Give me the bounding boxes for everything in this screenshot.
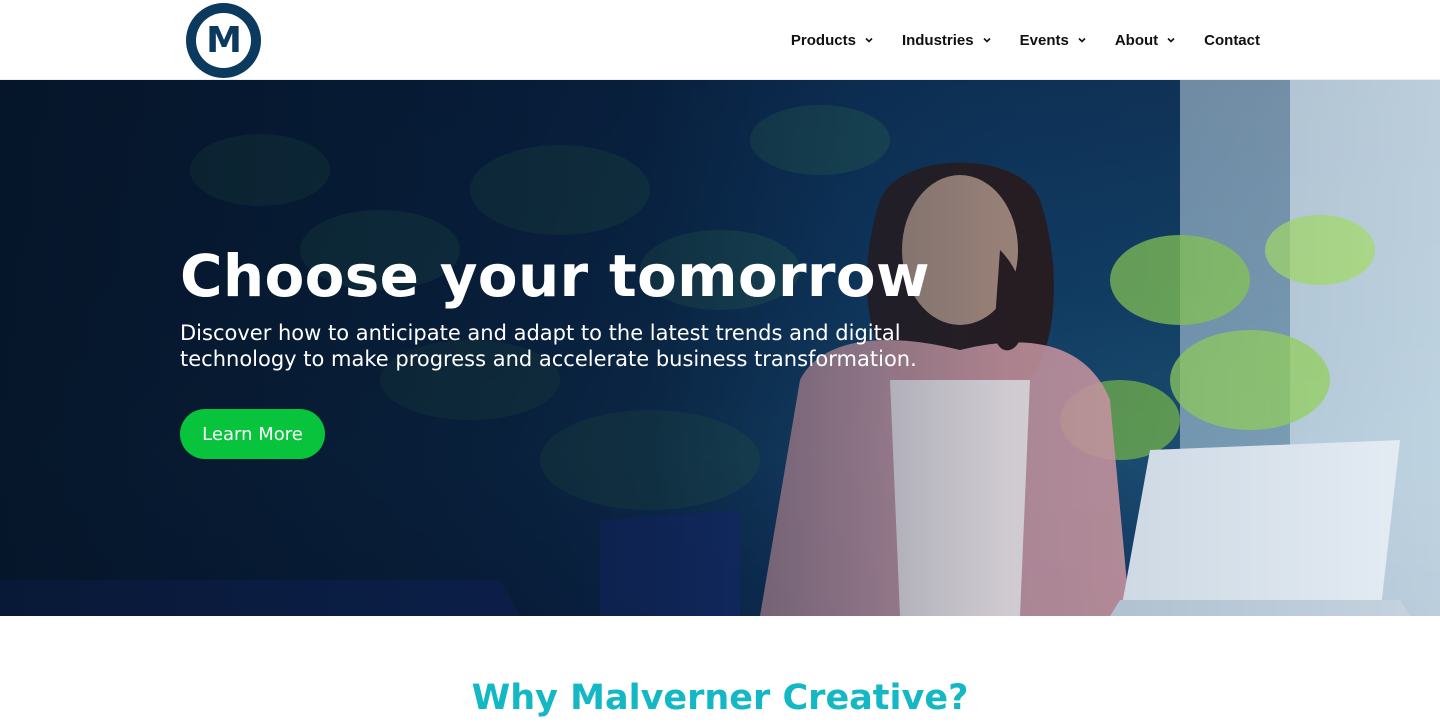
chevron-down-icon xyxy=(865,37,873,43)
main-nav: Products Industries Events About Contact xyxy=(791,0,1260,80)
hero-content: Choose your tomorrow Discover how to ant… xyxy=(180,240,940,459)
nav-item-label: About xyxy=(1114,31,1159,49)
hero-subtitle: Discover how to anticipate and adapt to … xyxy=(180,321,917,371)
logo-letter: M xyxy=(206,19,242,61)
nav-item-industries[interactable]: Industries xyxy=(902,32,992,49)
nav-item-label: Industries xyxy=(901,31,974,49)
site-header: M Products Industries Events About Conta… xyxy=(0,0,1440,80)
chevron-down-icon xyxy=(1167,37,1175,43)
learn-more-button[interactable]: Learn More xyxy=(180,409,325,459)
logo-inner-circle: M xyxy=(196,13,251,68)
chevron-down-icon xyxy=(983,37,991,43)
nav-item-label: Contact xyxy=(1204,31,1260,49)
nav-item-about[interactable]: About xyxy=(1115,32,1176,49)
section-title: Why Malverner Creative? xyxy=(471,678,969,718)
hero-title: Choose your tomorrow xyxy=(180,242,930,310)
chevron-down-icon xyxy=(1078,37,1086,43)
nav-item-label: Products xyxy=(790,31,856,49)
site-logo[interactable]: M xyxy=(186,3,261,78)
nav-item-label: Events xyxy=(1019,31,1069,49)
nav-item-products[interactable]: Products xyxy=(791,32,874,49)
nav-item-contact[interactable]: Contact xyxy=(1204,32,1260,49)
nav-item-events[interactable]: Events xyxy=(1020,32,1087,49)
hero-banner: Choose your tomorrow Discover how to ant… xyxy=(0,80,1440,616)
